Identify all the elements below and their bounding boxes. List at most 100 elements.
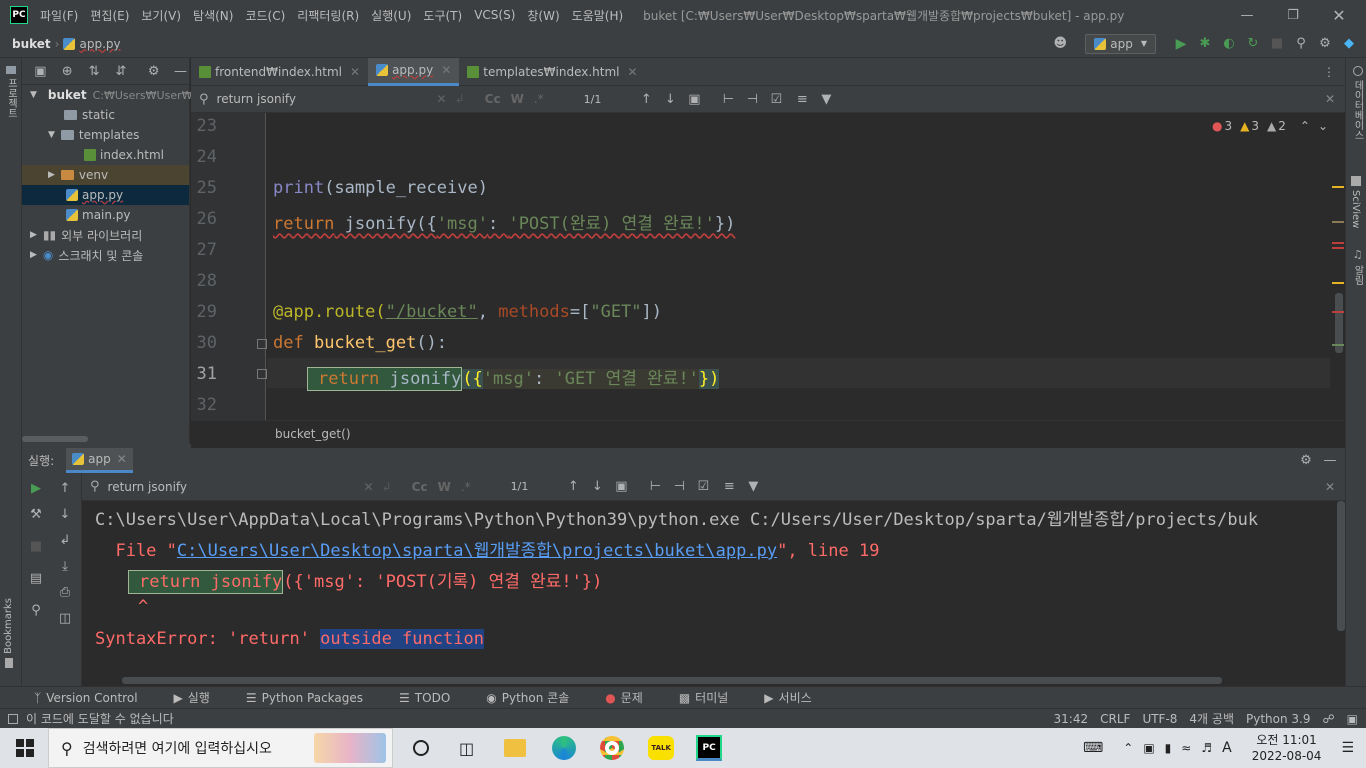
newline-icon[interactable]: ↲	[382, 480, 392, 494]
project-tool-button[interactable]: 프로젝트	[3, 66, 19, 118]
kakaotalk-icon[interactable]: TALK	[648, 736, 675, 760]
notification-center-icon[interactable]: ☰	[1341, 740, 1354, 756]
filter-icon[interactable]: ▼	[817, 90, 835, 108]
jetbrains-icon[interactable]: ◆	[1340, 35, 1358, 53]
filter-icon[interactable]: ▼	[744, 478, 762, 496]
more-tabs-icon[interactable]: ⋮	[1323, 65, 1335, 79]
console-file-link[interactable]: C:\Users\User\Desktop\sparta\웹개발종합\proje…	[177, 541, 777, 561]
gear-icon[interactable]: ⚙	[145, 62, 162, 80]
nav-file[interactable]: app.py	[79, 37, 120, 51]
restore-icon[interactable]: ❐	[1270, 6, 1316, 24]
multiline-icon[interactable]: ≡	[720, 478, 738, 496]
tool-python-console[interactable]: ◉ Python 콘솔	[486, 689, 587, 706]
fold-icon[interactable]	[257, 369, 267, 379]
error-marker[interactable]	[1332, 242, 1344, 244]
taskbar-search[interactable]: ⚲ 검색하려면 여기에 입력하십시오	[48, 728, 393, 768]
find-input[interactable]: return jsonify	[217, 92, 437, 106]
close-icon[interactable]: ✕	[117, 452, 127, 466]
stop-icon[interactable]: ■	[1268, 35, 1286, 53]
stop-icon[interactable]: ■	[27, 537, 45, 555]
ime-indicator[interactable]: A	[1222, 740, 1232, 756]
info-marker[interactable]	[1332, 344, 1344, 346]
keyboard-icon[interactable]: ⌨	[1083, 740, 1103, 756]
whole-words-toggle[interactable]: W	[511, 92, 524, 106]
caret-position[interactable]: 31:42	[1054, 712, 1089, 726]
edge-icon[interactable]	[552, 736, 577, 760]
menu-refactor[interactable]: 리팩터링(R)	[297, 7, 359, 24]
console-vscroll[interactable]	[1337, 501, 1345, 631]
file-explorer-icon[interactable]	[504, 739, 527, 757]
warning-marker[interactable]	[1332, 282, 1344, 284]
menu-file[interactable]: 파일(F)	[40, 7, 78, 24]
tree-external-libraries[interactable]: ▶ ▮▮ 외부 라이브러리	[22, 225, 189, 245]
menu-help[interactable]: 도움말(H)	[572, 7, 624, 24]
locate-icon[interactable]: ⊕	[59, 62, 76, 80]
fold-icon[interactable]	[257, 339, 267, 349]
tool-todo[interactable]: ☰ TODO	[399, 691, 468, 705]
profile-icon[interactable]: ↻	[1244, 35, 1262, 53]
run-icon[interactable]: ▶	[1172, 35, 1190, 53]
pycharm-logo[interactable]: PC	[10, 6, 28, 24]
tree-root-buket[interactable]: ▼ buket C:₩Users₩User₩	[22, 85, 193, 105]
tree-folder-venv[interactable]: ▶ venv	[22, 165, 189, 185]
console-output[interactable]: C:\Users\User\AppData\Local\Programs\Pyt…	[82, 501, 1345, 686]
pycharm-taskbar-icon[interactable]: PC	[696, 735, 723, 761]
layout-icon[interactable]: ▣	[32, 62, 49, 80]
close-icon[interactable]: ✕	[628, 65, 638, 79]
task-view-icon[interactable]: ◫	[459, 739, 474, 758]
notifications-tool-button[interactable]: ♫ 알림	[1350, 248, 1365, 285]
newline-icon[interactable]: ↲	[455, 92, 465, 106]
close-icon[interactable]: ✕	[1325, 480, 1335, 494]
tree-folder-static[interactable]: static	[22, 105, 189, 125]
add-occurrence-icon[interactable]: ⊢	[646, 478, 664, 496]
arrow-down-icon[interactable]: ↓	[588, 478, 606, 496]
multiline-icon[interactable]: ≡	[793, 90, 811, 108]
search-icon[interactable]: ⚲	[1292, 35, 1310, 53]
hide-icon[interactable]: —	[172, 62, 189, 80]
tool-version-control[interactable]: ᛉ Version Control	[34, 691, 156, 705]
user-icon[interactable]: ☻	[1051, 35, 1069, 53]
regex-toggle[interactable]: .*	[534, 92, 544, 106]
menu-view[interactable]: 보기(V)	[141, 7, 181, 24]
warning-marker[interactable]	[1332, 221, 1344, 223]
gear-icon[interactable]: ⚙	[1316, 35, 1334, 53]
console-find-input[interactable]: return jsonify	[108, 480, 364, 494]
database-tool-button[interactable]: 데이터베이스	[1350, 66, 1365, 140]
menu-window[interactable]: 창(W)	[527, 7, 559, 24]
chrome-icon[interactable]	[600, 736, 625, 760]
whole-words-toggle[interactable]: W	[438, 480, 451, 494]
sciview-tool-button[interactable]: SciView	[1350, 176, 1361, 228]
inspection-widget[interactable]: ● 3 ▲ 3 ▲ 2 ⌃ ⌄	[1212, 119, 1328, 133]
status-panel-icon[interactable]	[8, 713, 18, 724]
minimize-icon[interactable]: —	[1224, 6, 1270, 24]
match-case-toggle[interactable]: Cc	[485, 92, 501, 106]
breadcrumb-item[interactable]: bucket_get()	[275, 427, 351, 441]
tool-python-packages[interactable]: ☰ Python Packages	[246, 691, 381, 705]
error-stripe[interactable]	[1330, 113, 1345, 420]
tree-file-app-py[interactable]: app.py	[22, 185, 189, 205]
tab-templates-index-html[interactable]: templates₩index.html ✕	[459, 58, 645, 86]
line-separator[interactable]: CRLF	[1100, 712, 1130, 726]
tree-file-index-html[interactable]: index.html	[22, 145, 189, 165]
arrow-up-icon[interactable]: ↑	[564, 478, 582, 496]
hide-icon[interactable]: —	[1321, 452, 1339, 470]
layout-icon[interactable]: ▤	[27, 569, 45, 587]
windows-start-icon[interactable]	[16, 739, 34, 757]
toggle-occurrence-icon[interactable]: ☑	[694, 478, 712, 496]
debug-icon[interactable]: ✱	[1196, 35, 1214, 53]
match-case-toggle[interactable]: Cc	[412, 480, 428, 494]
console-hscroll[interactable]	[122, 677, 1222, 684]
menu-navigate[interactable]: 탐색(N)	[193, 7, 233, 24]
file-encoding[interactable]: UTF-8	[1142, 712, 1177, 726]
tab-app-py[interactable]: app.py ✕	[368, 57, 460, 86]
menu-run[interactable]: 실행(U)	[371, 7, 411, 24]
regex-toggle[interactable]: .*	[461, 480, 471, 494]
error-marker[interactable]	[1332, 311, 1344, 313]
bookmarks-tool-button[interactable]: Bookmarks	[3, 598, 14, 668]
tree-file-main-py[interactable]: main.py	[22, 205, 189, 225]
wrench-icon[interactable]: ⚒	[27, 505, 45, 523]
python-interpreter[interactable]: Python 3.9	[1246, 712, 1311, 726]
chevron-up-icon[interactable]: ⌃	[1300, 119, 1310, 133]
memory-icon[interactable]: ▣	[1347, 712, 1358, 726]
soft-wrap-icon[interactable]: ↲	[56, 531, 74, 549]
